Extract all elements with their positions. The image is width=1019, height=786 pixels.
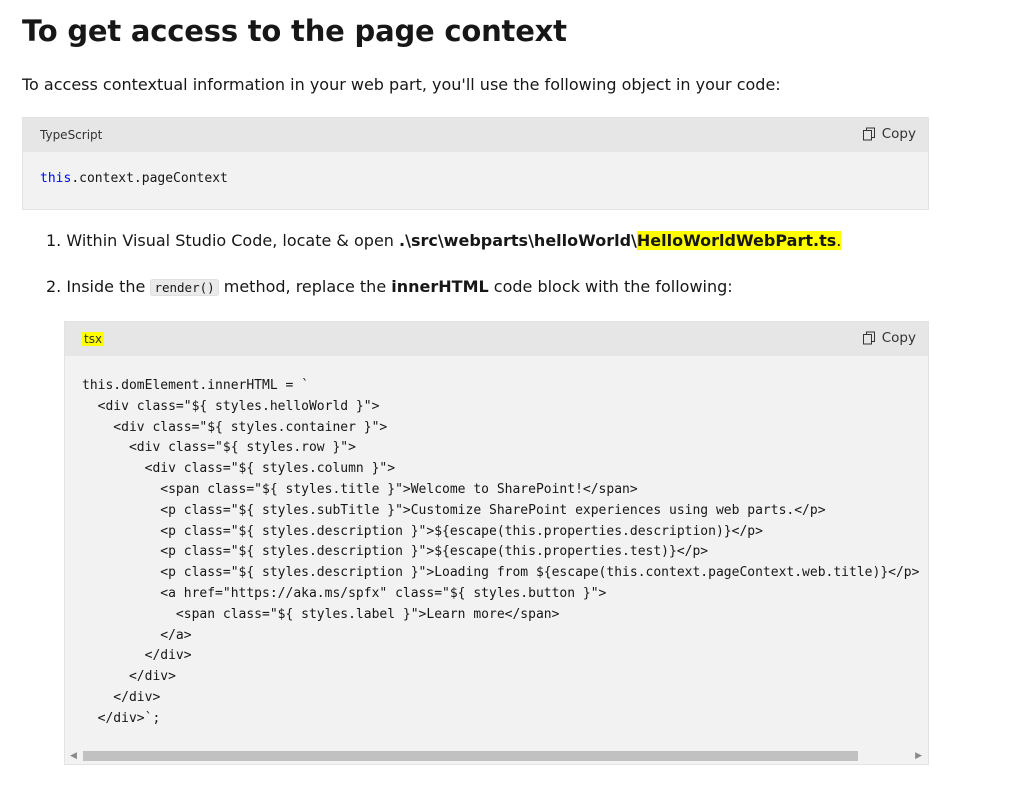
code-keyword: this [40,171,72,186]
intro-paragraph: To access contextual information in your… [22,75,781,94]
copy-label: Copy [881,330,916,346]
copy-button[interactable]: Copy [862,126,916,142]
copy-button[interactable]: Copy [862,330,916,346]
copy-icon [862,127,875,141]
file-path: .\src\webparts\helloWorld\ [399,231,637,250]
scroll-left-arrow-icon[interactable]: ◀ [70,751,77,761]
code-header: tsx Copy [65,322,928,356]
code-language-label: tsx [82,332,105,346]
bold-term: innerHTML [391,277,489,296]
code-block-typescript: TypeScript Copy this.context.pageContext [22,117,929,210]
list-item: 1. Within Visual Studio Code, locate & o… [46,231,842,250]
copy-label: Copy [881,126,916,142]
inline-code: render() [150,279,219,296]
list-item: 2. Inside the render() method, replace t… [46,277,733,296]
copy-icon [862,331,875,345]
scroll-right-arrow-icon[interactable]: ▶ [915,751,922,761]
code-rest: .context.pageContext [71,171,228,186]
code-content: this.context.pageContext [23,152,928,205]
scrollbar-thumb[interactable] [83,751,858,761]
code-header: TypeScript Copy [23,118,928,152]
code-block-tsx: tsx Copy this.domElement.innerHTML = ` <… [64,321,929,765]
highlighted-filename: HelloWorldWebPart.ts [636,231,837,250]
page-title: To get access to the page context [22,14,567,48]
code-language-label: TypeScript [40,128,103,142]
code-content: this.domElement.innerHTML = ` <div class… [82,378,920,726]
horizontal-scrollbar[interactable]: ◀ ▶ [65,747,928,764]
